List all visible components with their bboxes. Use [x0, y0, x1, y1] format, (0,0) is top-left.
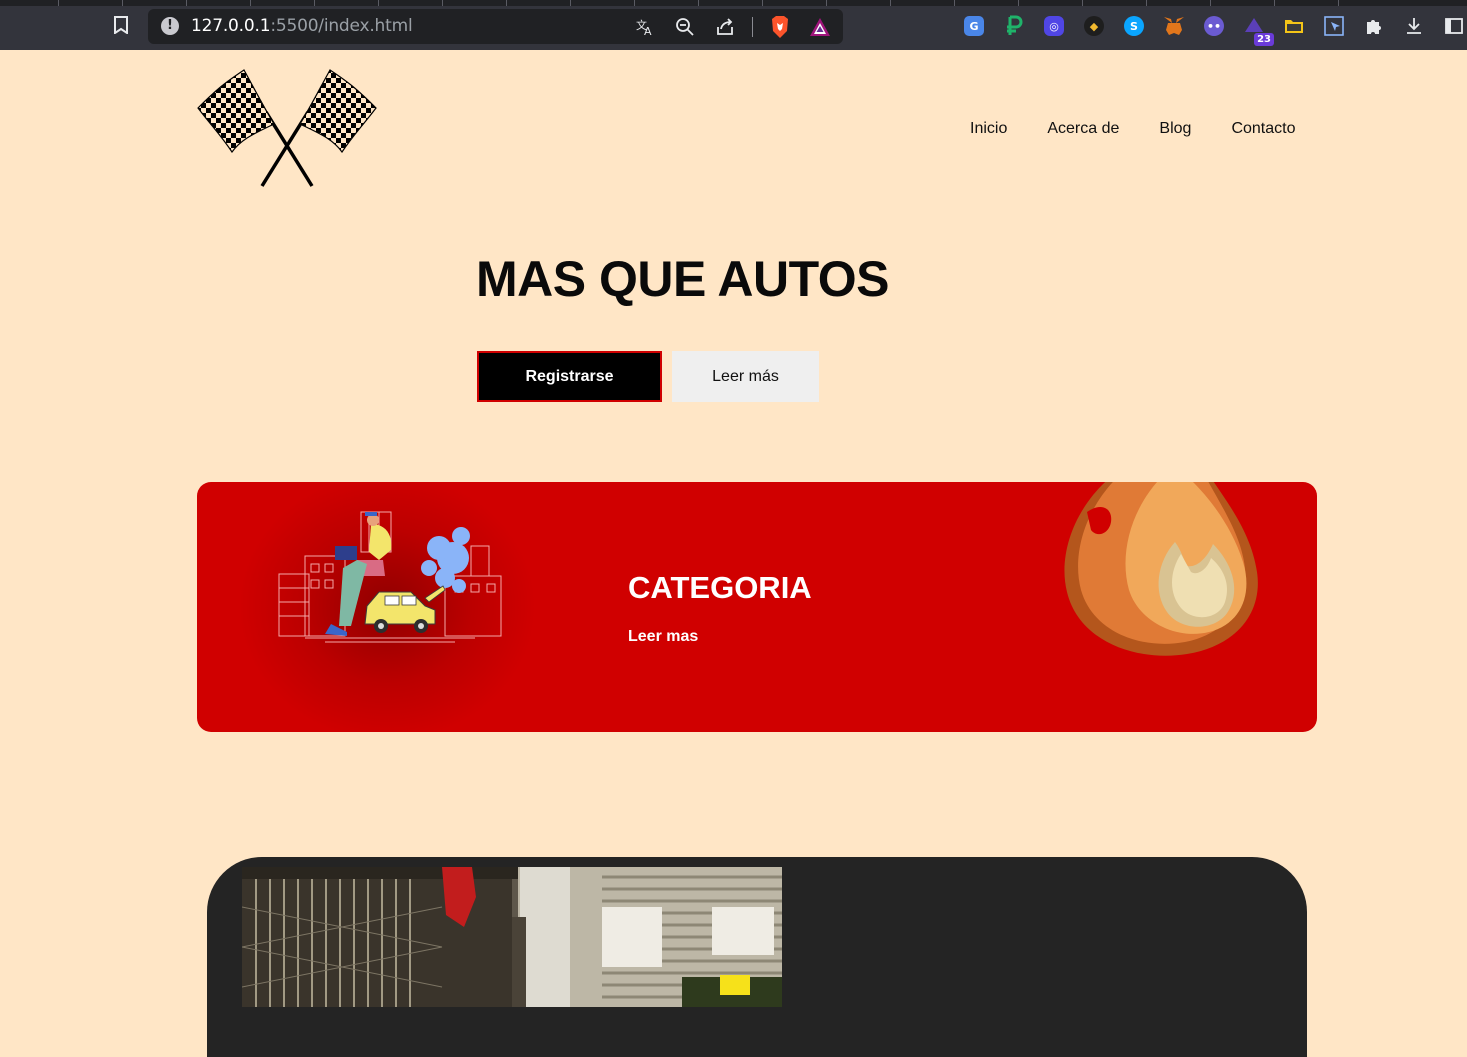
brave-rewards-icon[interactable]	[807, 15, 833, 39]
nav-contacto[interactable]: Contacto	[1231, 120, 1295, 138]
wizard-icon[interactable]: 23	[1240, 12, 1274, 46]
puzzle-icon[interactable]	[1360, 12, 1388, 40]
binance-icon[interactable]: ◆	[1080, 12, 1108, 40]
browser-toolbar: ! 127.0.0.1:5500/index.html 文A G ◎ ◆ S •…	[0, 0, 1467, 50]
svg-text:A: A	[644, 25, 652, 37]
register-button[interactable]: Registrarse	[477, 351, 662, 402]
translate-icon[interactable]: 文A	[632, 15, 658, 39]
street-photo	[242, 867, 782, 1007]
url-text[interactable]: 127.0.0.1:5500/index.html	[191, 16, 413, 36]
category-card: CATEGORIA Leer mas	[197, 482, 1317, 732]
bookmark-icon[interactable]	[110, 14, 132, 36]
shazam-icon[interactable]: S	[1120, 12, 1148, 40]
checkered-flags-logo[interactable]	[196, 68, 378, 188]
sidebar-icon[interactable]	[1440, 12, 1467, 40]
download-icon[interactable]	[1400, 12, 1428, 40]
url-host: 127.0.0.1	[191, 16, 271, 36]
brave-shield-icon[interactable]	[767, 15, 793, 39]
address-bar[interactable]: ! 127.0.0.1:5500/index.html 文A	[148, 9, 843, 44]
toolbar-divider	[752, 17, 753, 37]
extension-badge: 23	[1254, 33, 1274, 46]
main-nav: Inicio Acerca de Blog Contacto	[970, 120, 1295, 138]
cursor-icon[interactable]	[1320, 12, 1348, 40]
tab-strip	[0, 0, 1467, 6]
category-read-more-link[interactable]: Leer mas	[628, 628, 698, 646]
info-icon[interactable]: !	[161, 17, 179, 35]
ghost-icon[interactable]: ••	[1200, 12, 1228, 40]
mechanic-car-illustration	[275, 506, 507, 646]
nav-inicio[interactable]: Inicio	[970, 120, 1007, 138]
share-icon[interactable]	[712, 15, 738, 39]
read-more-button[interactable]: Leer más	[672, 351, 819, 402]
metamask-icon[interactable]	[1160, 12, 1188, 40]
ruble-icon[interactable]	[1000, 12, 1028, 40]
extensions-area: G ◎ ◆ S •• 23	[960, 12, 1467, 46]
ext-shield-icon[interactable]: ◎	[1040, 12, 1068, 40]
zoom-out-icon[interactable]	[672, 15, 698, 39]
folder-icon[interactable]	[1280, 12, 1308, 40]
url-path: :5500/index.html	[270, 16, 413, 36]
flame-icon	[1057, 482, 1267, 662]
hero-title: MAS QUE AUTOS	[476, 251, 889, 307]
category-title: CATEGORIA	[628, 570, 812, 605]
nav-blog[interactable]: Blog	[1159, 120, 1191, 138]
nav-acerca-de[interactable]: Acerca de	[1047, 120, 1119, 138]
google-translate-icon[interactable]: G	[960, 12, 988, 40]
